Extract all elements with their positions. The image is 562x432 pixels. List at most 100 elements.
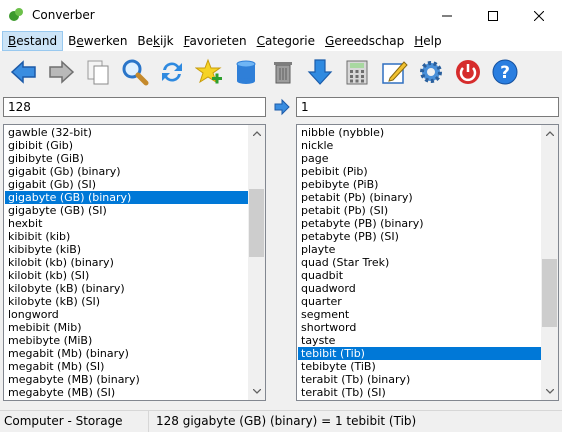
list-item[interactable]: kilobit (kb) (binary) <box>5 256 248 269</box>
status-result: 128 gigabyte (GB) (binary) = 1 tebibit (… <box>156 414 417 428</box>
list-item[interactable]: tebibyte (TiB) <box>298 360 541 373</box>
list-item[interactable]: pebibit (Pib) <box>298 165 541 178</box>
delete-icon <box>274 62 292 84</box>
menu-bewerken[interactable]: Bewerken <box>63 31 132 51</box>
menu-accel: B <box>8 34 17 48</box>
list-item[interactable]: gigabyte (GB) (SI) <box>5 204 248 217</box>
list-item[interactable]: playte <box>298 243 541 256</box>
menu-favorieten[interactable]: Favorieten <box>179 31 252 51</box>
menu-gereedschap[interactable]: Gereedschap <box>320 31 409 51</box>
menu-bekijk[interactable]: Bekijk <box>132 31 178 51</box>
search-button[interactable] <box>119 56 151 88</box>
to-value-input[interactable] <box>296 97 559 117</box>
maximize-button[interactable] <box>470 0 516 31</box>
list-item[interactable]: petabit (Pb) (binary) <box>298 191 541 204</box>
list-item[interactable]: nickle <box>298 139 541 152</box>
list-item[interactable]: megabit (Mb) (binary) <box>5 347 248 360</box>
to-unit-scrollbar[interactable] <box>541 125 558 400</box>
title-bar: Converber <box>0 0 562 31</box>
swap-icon <box>162 62 182 82</box>
list-item[interactable]: megabit (Mb) (SI) <box>5 360 248 373</box>
list-item[interactable]: terabit (Tb) (binary) <box>298 373 541 386</box>
list-item[interactable]: segment <box>298 308 541 321</box>
add-favorite-button[interactable] <box>193 56 225 88</box>
list-item[interactable]: mebibit (Mib) <box>5 321 248 334</box>
window-title: Converber <box>32 8 95 22</box>
list-item[interactable]: quadword <box>298 282 541 295</box>
maximize-icon <box>488 10 498 21</box>
menu-bestand[interactable]: Bestand <box>2 31 64 51</box>
menu-label: avorieten <box>189 34 247 48</box>
minimize-icon <box>442 15 452 16</box>
list-item[interactable]: gawble (32-bit) <box>5 126 248 139</box>
list-item[interactable]: kilobyte (kB) (binary) <box>5 282 248 295</box>
list-item[interactable]: megabyte (MB) (SI) <box>5 386 248 399</box>
chevron-up-icon <box>545 131 554 136</box>
chevron-down-icon <box>545 389 554 394</box>
copy-button[interactable] <box>82 56 114 88</box>
list-item[interactable]: quarter <box>298 295 541 308</box>
menu-help[interactable]: Help <box>409 31 446 51</box>
list-item[interactable]: nibble (nybble) <box>298 126 541 139</box>
minimize-button[interactable] <box>424 0 470 31</box>
list-item[interactable]: tayste <box>298 334 541 347</box>
menu-label: elp <box>423 34 442 48</box>
list-item[interactable]: quad (Star Trek) <box>298 256 541 269</box>
list-item[interactable]: terabit (Tb) (SI) <box>298 386 541 399</box>
list-item[interactable]: gigabit (Gb) (SI) <box>5 178 248 191</box>
list-item[interactable]: hexbit <box>5 217 248 230</box>
scroll-thumb[interactable] <box>249 189 264 257</box>
settings-button[interactable] <box>415 56 447 88</box>
calculator-button[interactable] <box>341 56 373 88</box>
status-bar: Computer - Storage 128 gigabyte (GB) (bi… <box>0 410 562 432</box>
list-item[interactable]: shortword <box>298 321 541 334</box>
list-item[interactable]: kilobit (kb) (SI) <box>5 269 248 282</box>
close-button[interactable] <box>516 0 562 31</box>
swap-button[interactable] <box>156 56 188 88</box>
list-item[interactable]: gigabit (Gb) (binary) <box>5 165 248 178</box>
from-unit-items: gawble (32-bit) gibibit (Gib) gibibyte (Gi… <box>5 126 248 399</box>
menu-categorie[interactable]: Categorie <box>252 31 320 51</box>
back-button[interactable] <box>8 56 40 88</box>
delete-button[interactable] <box>267 56 299 88</box>
edit-button[interactable] <box>378 56 410 88</box>
menu-accel: e <box>76 34 84 48</box>
list-item[interactable]: kilobyte (kB) (SI) <box>5 295 248 308</box>
convert-arrow-icon <box>274 98 290 116</box>
toolbar: ? <box>0 52 562 92</box>
database-button[interactable] <box>230 56 262 88</box>
status-category: Computer - Storage <box>0 411 149 432</box>
scroll-up-button[interactable] <box>541 125 558 142</box>
list-item[interactable]: mebibyte (MiB) <box>5 334 248 347</box>
list-item[interactable]: kibibit (kib) <box>5 230 248 243</box>
list-item[interactable]: pebibyte (PiB) <box>298 178 541 191</box>
download-button[interactable] <box>304 56 336 88</box>
forward-button[interactable] <box>45 56 77 88</box>
list-item[interactable]: petabyte (PB) (SI) <box>298 230 541 243</box>
help-button[interactable]: ? <box>489 56 521 88</box>
list-item[interactable]: quadbit <box>298 269 541 282</box>
list-item[interactable]: longword <box>5 308 248 321</box>
from-unit-scrollbar[interactable] <box>248 125 265 400</box>
scroll-thumb[interactable] <box>542 259 557 327</box>
list-item[interactable]: petabyte (PB) (binary) <box>298 217 541 230</box>
list-item[interactable]: megabyte (MB) (binary) <box>5 373 248 386</box>
scroll-down-button[interactable] <box>541 383 558 400</box>
to-unit-items: nibble (nybble) nickle page pebibit (Pib) pe… <box>298 126 541 399</box>
to-unit-list[interactable]: nibble (nybble) nickle page pebibit (Pib) pe… <box>296 124 559 401</box>
list-item[interactable]: tebibit (Tib) <box>298 347 541 360</box>
list-item[interactable]: page <box>298 152 541 165</box>
settings-icon <box>420 61 442 83</box>
list-item[interactable]: kibibyte (kiB) <box>5 243 248 256</box>
list-item[interactable]: petabit (Pb) (SI) <box>298 204 541 217</box>
list-item[interactable]: gibibit (Gib) <box>5 139 248 152</box>
from-value-input[interactable] <box>3 97 266 117</box>
from-unit-list[interactable]: gawble (32-bit) gibibit (Gib) gibibyte (Gi… <box>3 124 266 401</box>
menu-bar: Bestand Bewerken Bekijk Favorieten Categ… <box>0 31 562 51</box>
scroll-up-button[interactable] <box>248 125 265 142</box>
list-item[interactable]: gigabyte (GB) (binary) <box>5 191 248 204</box>
scroll-down-button[interactable] <box>248 383 265 400</box>
list-item[interactable]: gibibyte (GiB) <box>5 152 248 165</box>
power-button[interactable] <box>452 56 484 88</box>
menu-label: estand <box>16 34 58 48</box>
